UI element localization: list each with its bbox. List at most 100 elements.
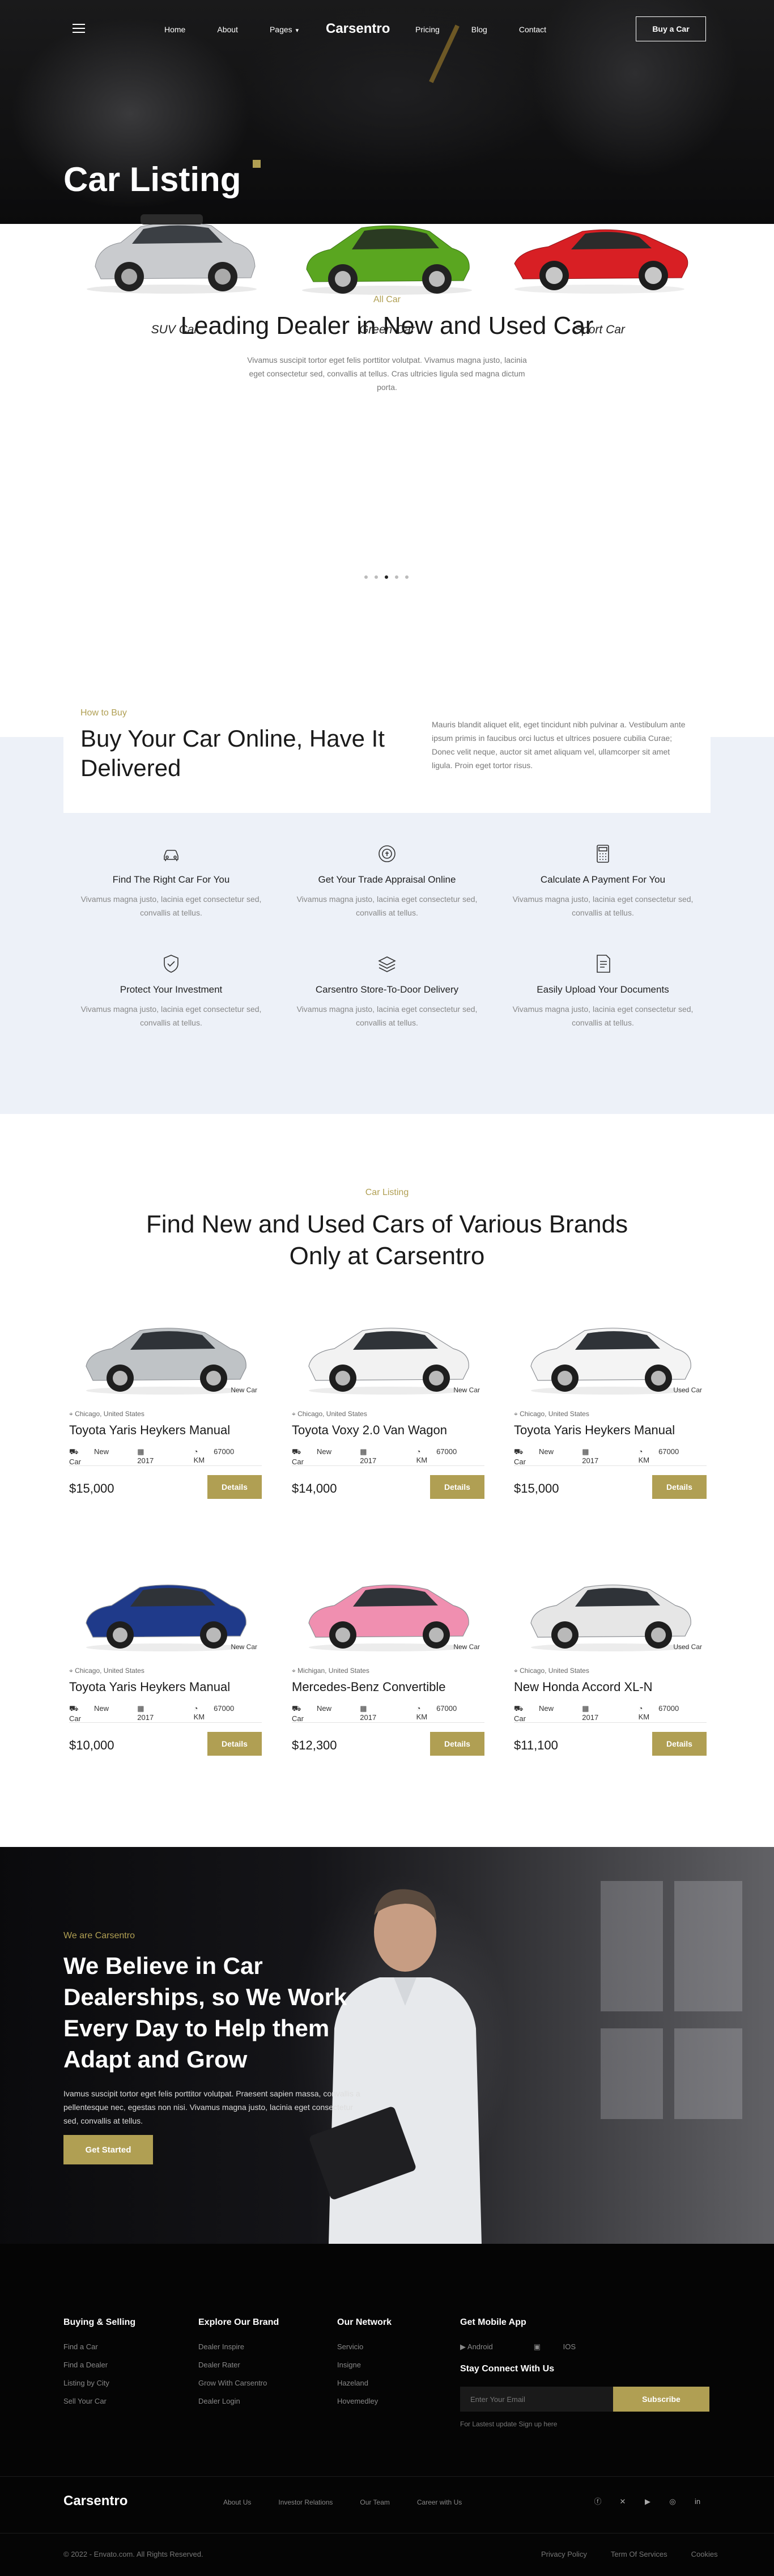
footer-link[interactable]: Hazeland bbox=[337, 2379, 392, 2387]
twitter-icon[interactable]: ✕ bbox=[619, 2498, 627, 2506]
footer-link-career[interactable]: Career with Us bbox=[417, 2498, 462, 2506]
car-image[interactable]: New Car bbox=[69, 1552, 262, 1657]
footer-link-investor[interactable]: Investor Relations bbox=[278, 2498, 333, 2506]
car-name[interactable]: Toyota Yaris Heykers Manual bbox=[514, 1423, 675, 1438]
nav-about[interactable]: About bbox=[217, 25, 238, 34]
nav-pages[interactable]: Pages bbox=[270, 25, 299, 34]
email-input[interactable] bbox=[460, 2387, 613, 2412]
car-image[interactable]: New Car bbox=[292, 1552, 484, 1657]
carousel-dot[interactable] bbox=[395, 575, 398, 579]
car-badge: New Car bbox=[453, 1386, 480, 1394]
car-image[interactable]: Used Car bbox=[514, 1295, 707, 1400]
car-year-text: 2017 bbox=[360, 1713, 377, 1722]
footer-link[interactable]: Dealer Rater bbox=[198, 2361, 279, 2369]
carousel-dot-active[interactable] bbox=[385, 575, 388, 579]
details-button[interactable]: Details bbox=[430, 1475, 484, 1499]
car-card[interactable]: New Car ⌖ Michigan, United States Mercedes… bbox=[292, 1552, 484, 1790]
nav-home[interactable]: Home bbox=[164, 25, 185, 34]
category-suv[interactable]: SUV Car bbox=[78, 193, 271, 336]
linkedin-icon[interactable]: in bbox=[694, 2498, 701, 2506]
site-logo[interactable]: Carsentro bbox=[326, 21, 390, 37]
details-button[interactable]: Details bbox=[430, 1732, 484, 1756]
footer-column-title: Get Mobile App bbox=[460, 2317, 526, 2327]
footer-link[interactable]: Hovemedley bbox=[337, 2397, 392, 2405]
car-icon bbox=[160, 842, 182, 865]
get-started-button[interactable]: Get Started bbox=[63, 2135, 153, 2164]
car-card[interactable]: New Car ⌖ Chicago, United States Toyota Ya… bbox=[69, 1295, 262, 1533]
appraisal-icon bbox=[376, 842, 398, 865]
carousel-dot[interactable] bbox=[364, 575, 368, 579]
car-image[interactable]: New Car bbox=[69, 1295, 262, 1400]
car-card[interactable]: New Car ⌖ Chicago, United States Toyota Ya… bbox=[69, 1552, 262, 1790]
car-location: ⌖ Michigan, United States bbox=[292, 1667, 369, 1675]
car-card[interactable]: Used Car ⌖ Chicago, United States New Hond… bbox=[514, 1552, 707, 1790]
details-button[interactable]: Details bbox=[207, 1732, 262, 1756]
footer-link[interactable]: Sell Your Car bbox=[63, 2397, 135, 2405]
car-name[interactable]: New Honda Accord XL-N bbox=[514, 1680, 653, 1694]
details-button[interactable]: Details bbox=[652, 1732, 707, 1756]
car-badge: New Car bbox=[231, 1386, 257, 1394]
footer-link[interactable]: Find a Dealer bbox=[63, 2361, 135, 2369]
footer-link[interactable]: Listing by City bbox=[63, 2379, 135, 2387]
feature-title: Calculate A Payment For You bbox=[540, 874, 666, 885]
category-green[interactable]: Green Car bbox=[291, 193, 483, 336]
footer-link[interactable]: Find a Car bbox=[63, 2342, 135, 2351]
details-button[interactable]: Details bbox=[207, 1475, 262, 1499]
car-name[interactable]: Toyota Yaris Heykers Manual bbox=[69, 1423, 230, 1438]
hero-banner: Home About Pages Carsentro Pricing Blog … bbox=[0, 0, 774, 224]
carousel-dot[interactable] bbox=[405, 575, 409, 579]
details-button[interactable]: Details bbox=[652, 1475, 707, 1499]
footer-link[interactable]: Servicio bbox=[337, 2342, 392, 2351]
youtube-icon[interactable]: ▶ bbox=[644, 2498, 652, 2506]
section-description: Ivamus suscipit tortor eget felis portti… bbox=[63, 2089, 360, 2125]
buy-a-car-button[interactable]: Buy a Car bbox=[636, 16, 706, 41]
car-year-text: 2017 bbox=[582, 1456, 599, 1465]
car-card[interactable]: New Car ⌖ Chicago, United States Toyota Vo… bbox=[292, 1295, 484, 1533]
car-location: ⌖ Chicago, United States bbox=[514, 1410, 589, 1418]
privacy-policy-link[interactable]: Privacy Policy bbox=[541, 2550, 587, 2558]
hamburger-menu-icon[interactable] bbox=[73, 24, 85, 33]
ios-link[interactable]: ▣ IOS bbox=[534, 2342, 596, 2352]
footer-column-brand: Explore Our Brand Dealer Inspire Dealer … bbox=[198, 2317, 279, 2415]
footer-link[interactable]: Dealer Login bbox=[198, 2397, 279, 2405]
instagram-icon[interactable]: ◎ bbox=[669, 2498, 677, 2506]
car-name[interactable]: Toyota Yaris Heykers Manual bbox=[69, 1680, 230, 1694]
document-icon bbox=[592, 952, 614, 975]
facebook-icon[interactable]: ⓕ bbox=[594, 2498, 602, 2506]
car-image[interactable]: Used Car bbox=[514, 1552, 707, 1657]
footer-link-about[interactable]: About Us bbox=[223, 2498, 251, 2506]
feature-item: Get Your Trade Appraisal Online Vivamus … bbox=[285, 842, 489, 920]
car-price: $10,000 bbox=[69, 1738, 114, 1752]
footer-link[interactable]: Dealer Inspire bbox=[198, 2342, 279, 2351]
car-card[interactable]: Used Car ⌖ Chicago, United States Toyota Y… bbox=[514, 1295, 707, 1533]
footer-logo[interactable]: Carsentro bbox=[63, 2493, 127, 2509]
section-description: Mauris blandit aliquet elit, eget tincid… bbox=[432, 720, 686, 770]
category-sport[interactable]: Sport Car bbox=[503, 193, 696, 336]
category-label: SUV Car bbox=[151, 323, 198, 336]
footer-divider bbox=[0, 2476, 774, 2477]
android-link[interactable]: ▶ Android bbox=[460, 2342, 513, 2352]
footer-link[interactable]: Grow With Carsentro bbox=[198, 2379, 279, 2387]
cookies-link[interactable]: Cookies bbox=[691, 2550, 718, 2558]
car-small-icon: ⛟ bbox=[69, 1447, 80, 1456]
nav-blog[interactable]: Blog bbox=[471, 25, 487, 34]
car-year: ▦ 2017 bbox=[360, 1447, 402, 1466]
footer-links: About Us Investor Relations Our Team Car… bbox=[223, 2498, 489, 2506]
subscribe-button[interactable]: Subscribe bbox=[613, 2387, 709, 2412]
nav-contact[interactable]: Contact bbox=[519, 25, 546, 34]
speedometer-icon: ◔ bbox=[193, 1447, 201, 1456]
car-name[interactable]: Mercedes-Benz Convertible bbox=[292, 1680, 445, 1694]
card-divider bbox=[292, 1722, 484, 1723]
car-image[interactable]: New Car bbox=[292, 1295, 484, 1400]
nav-pricing[interactable]: Pricing bbox=[415, 25, 440, 34]
shield-check-icon bbox=[160, 952, 182, 975]
car-name[interactable]: Toyota Voxy 2.0 Van Wagon bbox=[292, 1423, 447, 1438]
location-pin-icon: ⌖ bbox=[514, 1410, 520, 1418]
suv-car-image bbox=[78, 193, 271, 300]
carousel-dot[interactable] bbox=[375, 575, 378, 579]
car-small-icon: ⛟ bbox=[514, 1447, 525, 1456]
footer-link[interactable]: Insigne bbox=[337, 2361, 392, 2369]
terms-link[interactable]: Term Of Services bbox=[611, 2550, 667, 2558]
footer-link-team[interactable]: Our Team bbox=[360, 2498, 389, 2506]
car-year: ▦ 2017 bbox=[582, 1704, 624, 1723]
